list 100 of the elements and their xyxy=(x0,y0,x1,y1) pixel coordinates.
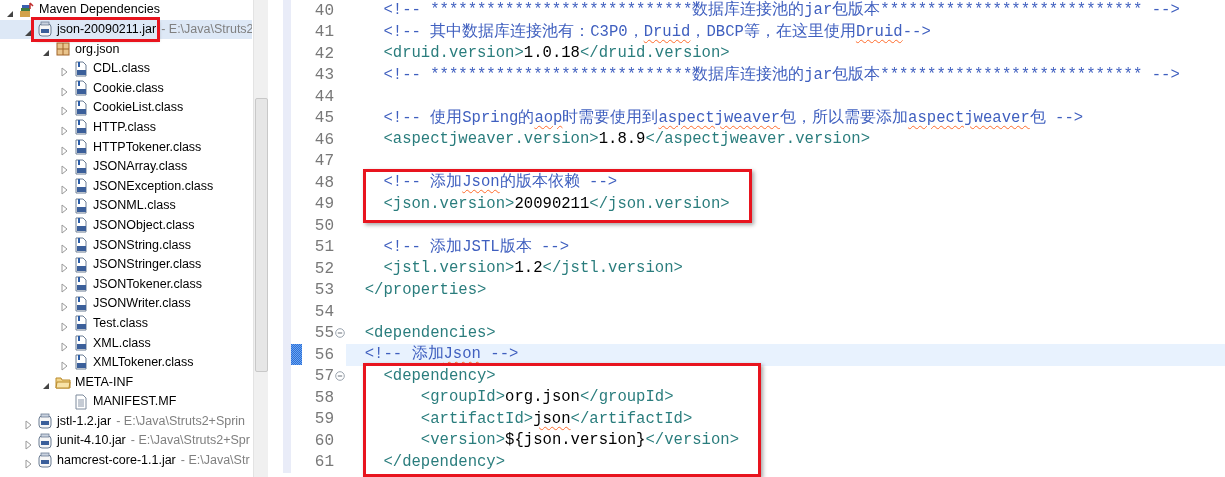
expand-arrow-icon[interactable] xyxy=(58,360,70,373)
tree-item[interactable]: Maven Dependencies xyxy=(38,0,161,20)
code-line: <jstl.version>1.2</jstl.version> xyxy=(382,259,683,277)
line-number: 42 xyxy=(313,43,334,65)
tree-item[interactable]: Cookie.class xyxy=(92,78,165,98)
code-line: <!-- 添加Json --> xyxy=(363,345,519,363)
tree-item[interactable]: META-INF xyxy=(74,372,135,392)
line-number: 53 xyxy=(313,280,334,302)
fold-icon[interactable] xyxy=(335,371,345,382)
expand-arrow-icon[interactable] xyxy=(58,164,70,177)
class-file-icon xyxy=(73,138,89,155)
expand-arrow-icon[interactable] xyxy=(58,223,70,236)
code-line: <!-- ****************************数据库连接池的jar包版本**************************** --> xyxy=(382,1,1180,19)
expand-arrow-icon[interactable] xyxy=(58,85,70,98)
expand-arrow-icon[interactable] xyxy=(58,105,70,118)
code-line: <json.version>20090211</json.version> xyxy=(382,194,730,213)
class-file-icon xyxy=(73,178,89,195)
tree-item[interactable]: HTTP.class xyxy=(92,118,157,137)
line-number: 45 xyxy=(313,108,334,130)
tree-item[interactable]: JSONML.class xyxy=(92,196,177,216)
expand-arrow-icon[interactable] xyxy=(58,242,70,255)
tree-item[interactable]: JSONArray.class xyxy=(92,157,189,176)
expand-arrow-icon[interactable] xyxy=(58,183,70,196)
line-number: 51 xyxy=(313,237,334,259)
line-number: 60 xyxy=(313,430,334,452)
tree-item[interactable]: MANIFEST.MF xyxy=(92,392,178,412)
jar-icon xyxy=(37,413,53,430)
tree-item[interactable]: CDL.class xyxy=(92,59,151,78)
class-file-icon xyxy=(73,80,89,97)
jar-path: - E:\Java\Struts2+Sprin xyxy=(116,412,246,430)
expand-arrow-icon[interactable] xyxy=(58,262,70,275)
class-file-icon xyxy=(73,315,89,332)
line-number: 49 xyxy=(313,194,334,216)
code-line: <version>${json.version}</version> xyxy=(419,431,740,449)
expand-arrow-icon[interactable] xyxy=(22,458,34,471)
class-file-icon xyxy=(73,354,89,371)
line-number: 56 xyxy=(313,344,334,366)
expand-arrow-icon[interactable] xyxy=(58,144,70,157)
code-line: <!-- 添加JSTL版本 --> xyxy=(382,237,570,256)
tree-item[interactable]: JSONTokener.class xyxy=(92,274,204,294)
line-number: 40 xyxy=(313,0,334,22)
class-file-icon xyxy=(73,217,89,234)
tree-item[interactable]: CookieList.class xyxy=(92,98,185,118)
line-number: 61 xyxy=(313,452,334,474)
line-number: 59 xyxy=(313,409,334,431)
tree-item[interactable]: JSONString.class xyxy=(92,235,192,255)
tree-item[interactable]: json-20090211.jar xyxy=(56,20,158,39)
document-icon xyxy=(73,393,89,410)
tree-item[interactable]: hamcrest-core-1.1.jar xyxy=(56,451,177,470)
jar-path: - E:\Java\Struts2 xyxy=(161,21,252,38)
jar-icon xyxy=(37,432,53,449)
line-number: 54 xyxy=(313,301,334,323)
expand-arrow-icon[interactable] xyxy=(58,301,70,314)
folder-icon xyxy=(55,374,71,391)
scrollbar[interactable] xyxy=(253,0,268,477)
expand-arrow-icon[interactable] xyxy=(58,125,70,138)
code-line: <druid.version>1.0.18</druid.version> xyxy=(382,44,730,62)
code-line: <groupId>org.json</groupId> xyxy=(419,388,674,406)
code-line: <artifactId>json</artifactId> xyxy=(419,409,693,428)
line-number: 57 xyxy=(313,366,334,388)
line-number: 46 xyxy=(313,129,334,151)
class-file-icon xyxy=(73,60,89,77)
tree-item[interactable]: JSONWriter.class xyxy=(92,294,192,314)
expand-arrow-icon[interactable] xyxy=(58,321,70,333)
expand-arrow-icon[interactable] xyxy=(58,203,70,216)
class-file-icon xyxy=(73,236,89,253)
line-number: 50 xyxy=(313,215,334,237)
tree-item[interactable]: Test.class xyxy=(92,313,149,333)
expand-arrow-icon[interactable] xyxy=(58,340,70,353)
tree-item[interactable]: JSONObject.class xyxy=(92,215,196,235)
class-file-icon xyxy=(73,158,89,175)
tree-item[interactable]: JSONException.class xyxy=(92,176,215,196)
expand-arrow-icon[interactable] xyxy=(58,281,70,294)
jar-icon xyxy=(37,21,53,38)
class-file-icon xyxy=(73,295,89,312)
library-stack-icon xyxy=(19,1,35,18)
scrollbar-thumb[interactable] xyxy=(255,98,268,372)
jar-icon xyxy=(37,452,53,469)
line-number: 41 xyxy=(313,22,334,44)
tree-item[interactable]: jstl-1.2.jar xyxy=(56,411,113,431)
expand-arrow-icon[interactable] xyxy=(22,418,34,431)
jar-path: - E:\Java\Str xyxy=(180,452,250,470)
tree-item[interactable]: XML.class xyxy=(92,333,152,353)
tree-item[interactable]: HTTPTokener.class xyxy=(92,137,203,157)
line-number: 44 xyxy=(313,86,334,108)
code-line: <!-- 使用Spring的aop时需要使用到aspectjweaver包，所以需要添加aspectjweaver包 --> xyxy=(382,108,1084,127)
code-line: <dependency> xyxy=(382,366,496,385)
code-line: <dependencies> xyxy=(363,323,496,342)
tree-item[interactable]: XMLTokener.class xyxy=(92,353,195,372)
tree-item[interactable]: org.json xyxy=(74,39,121,59)
class-file-icon xyxy=(73,99,89,116)
code-line: </dependency> xyxy=(382,452,506,471)
class-file-icon xyxy=(73,256,89,273)
tree-item[interactable]: JSONStringer.class xyxy=(92,255,203,274)
fold-icon[interactable] xyxy=(335,328,345,339)
expand-arrow-icon[interactable] xyxy=(22,438,34,451)
expand-arrow-icon[interactable] xyxy=(58,66,70,79)
jar-path: - E:\Java\Struts2+Spr xyxy=(130,432,250,450)
code-line: <aspectjweaver.version>1.8.9</aspectjweaver.version> xyxy=(382,130,871,148)
tree-item[interactable]: junit-4.10.jar xyxy=(56,431,127,451)
